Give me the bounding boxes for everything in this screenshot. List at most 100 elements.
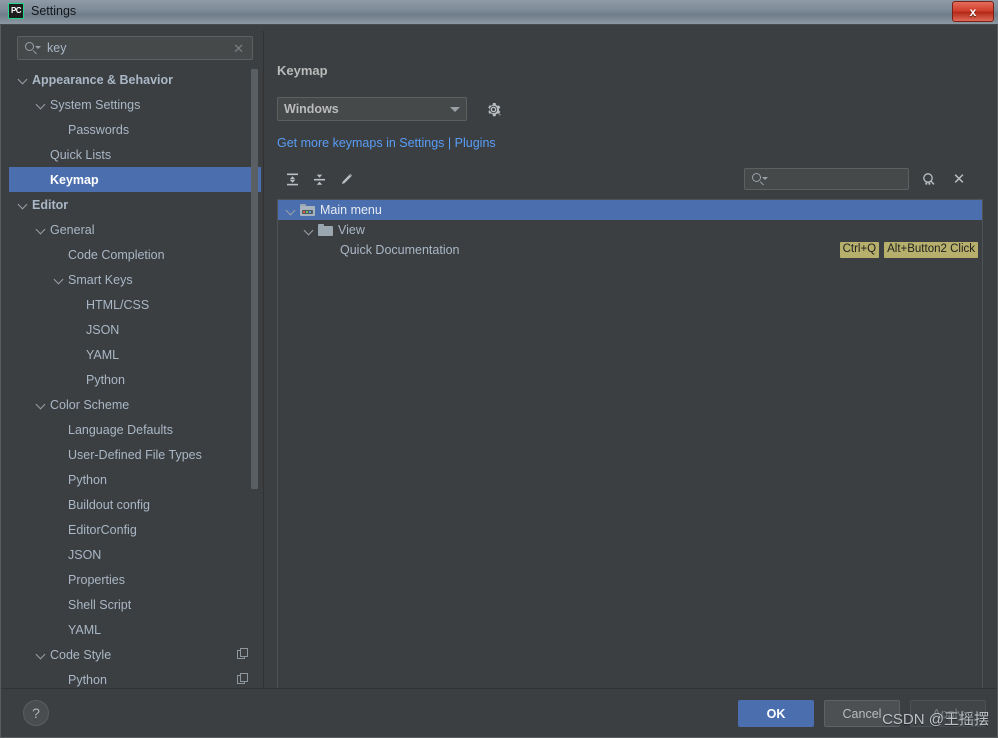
copy-scheme-icon[interactable] [237,648,249,660]
chevron-down-icon[interactable] [36,399,47,410]
sidebar-item-label: Python [68,672,107,687]
sidebar-search-field[interactable]: key ✕ [17,36,253,60]
keymap-tree-row[interactable]: Quick Documentation Ctrl+Q Alt+Button2 Cli… [278,240,982,260]
chevron-down-icon[interactable] [304,225,315,236]
sidebar-item-label: HTML/CSS [86,297,150,312]
keymap-action-label: Main menu [320,203,382,217]
keymap-settings-button[interactable] [481,97,505,121]
sidebar-item-code-style[interactable]: Code Style [9,642,261,667]
cancel-button-label: Cancel [842,706,882,721]
find-by-shortcut-icon [923,173,935,185]
expand-all-button[interactable] [281,168,303,190]
edit-shortcut-button[interactable] [335,168,357,190]
settings-tree[interactable]: Appearance & Behavior System Settings Pass… [9,67,261,705]
keymap-tree[interactable]: Main menu View Quick Documentation Ctrl+Q Al… [277,199,983,693]
chevron-down-icon [450,106,460,112]
sidebar-item-label: Properties [68,572,125,587]
help-button[interactable]: ? [23,700,49,726]
shortcut-badges: Ctrl+Q Alt+Button2 Click [839,242,978,258]
copy-scheme-icon[interactable] [237,673,249,685]
chevron-down-icon[interactable] [18,74,29,85]
sidebar-item-general[interactable]: General [9,217,261,242]
sidebar-item-buildout-config[interactable]: Buildout config [9,492,261,517]
keymap-search-close-button[interactable]: ✕ [949,169,969,189]
ok-button[interactable]: OK [738,700,814,727]
plugins-link-suffix: Plugins [454,136,496,150]
sidebar-item-label: Buildout config [68,497,151,512]
keymap-select-value: Windows [284,102,339,116]
chevron-down-icon[interactable] [36,649,47,660]
sidebar-item-label: Smart Keys [68,272,133,287]
shortcut-badge[interactable]: Ctrl+Q [839,242,880,258]
chevron-down-icon[interactable] [286,205,297,216]
sidebar-item-passwords[interactable]: Passwords [9,117,261,142]
sidebar-item-editor[interactable]: Editor [9,192,261,217]
search-input[interactable]: key [47,41,233,55]
sidebar-item-yaml[interactable]: YAML [9,342,261,367]
keymap-tree-row[interactable]: Main menu [278,200,982,220]
sidebar-item-yaml[interactable]: YAML [9,617,261,642]
sidebar-item-json[interactable]: JSON [9,542,261,567]
keymap-action-label: View [338,223,365,237]
folder-icon [318,224,333,236]
sidebar-item-python[interactable]: Python [9,367,261,392]
pycharm-icon: PC [8,3,24,19]
sidebar-item-label: EditorConfig [68,522,137,537]
sidebar-item-label: System Settings [50,97,141,112]
find-by-shortcut-button[interactable] [919,170,939,190]
sidebar-item-properties[interactable]: Properties [9,567,261,592]
close-icon: ✕ [952,170,966,188]
sidebar-item-json[interactable]: JSON [9,317,261,342]
clear-icon[interactable]: ✕ [233,42,244,55]
sidebar-item-label: Passwords [68,122,130,137]
chevron-down-icon[interactable] [36,224,47,235]
sidebar-item-color-scheme[interactable]: Color Scheme [9,392,261,417]
sidebar-item-code-completion[interactable]: Code Completion [9,242,261,267]
keymap-tree-row[interactable]: View [278,220,982,240]
sidebar-item-shell-script[interactable]: Shell Script [9,592,261,617]
settings-window: PC Settings x key ✕ Appearance & Behavio… [0,0,998,738]
chevron-down-icon[interactable] [36,99,47,110]
keymap-select[interactable]: Windows [277,97,467,121]
sidebar-item-smart-keys[interactable]: Smart Keys [9,267,261,292]
expand-all-icon [286,173,298,185]
chevron-down-icon[interactable] [54,274,65,285]
sidebar-item-label: Python [86,372,125,387]
keymap-search-field[interactable] [744,168,909,190]
sidebar-item-label: YAML [68,622,102,637]
settings-dialog: key ✕ Appearance & Behavior System Settin… [0,25,998,738]
sidebar-item-label: JSON [68,547,102,562]
sidebar-item-user-defined-file-types[interactable]: User-Defined File Types [9,442,261,467]
sidebar-item-system-settings[interactable]: System Settings [9,92,261,117]
sidebar-item-keymap[interactable]: Keymap [9,167,261,192]
main-menu-folder-icon [300,204,315,216]
chevron-down-icon[interactable] [18,199,29,210]
sidebar-item-html-css[interactable]: HTML/CSS [9,292,261,317]
sidebar-item-appearance-behavior[interactable]: Appearance & Behavior [9,67,261,92]
sidebar-item-label: Keymap [50,172,99,187]
sidebar-scrollbar-thumb[interactable] [251,69,258,489]
collapse-all-button[interactable] [308,168,330,190]
sidebar-item-label: Python [68,472,107,487]
sidebar-item-editorconfig[interactable]: EditorConfig [9,517,261,542]
sidebar-item-language-defaults[interactable]: Language Defaults [9,417,261,442]
sidebar-item-python[interactable]: Python [9,467,261,492]
close-icon: x [969,4,977,19]
pane-splitter[interactable] [263,31,264,703]
window-close-button[interactable]: x [952,1,994,22]
window-title: Settings [31,4,77,18]
get-more-keymaps-link[interactable]: Get more keymaps in Settings | Plugins [277,136,496,150]
sidebar-item-label: Shell Script [68,597,132,612]
sidebar-item-label: JSON [86,322,120,337]
sidebar-item-quick-lists[interactable]: Quick Lists [9,142,261,167]
shortcut-badge[interactable]: Alt+Button2 Click [884,242,978,258]
